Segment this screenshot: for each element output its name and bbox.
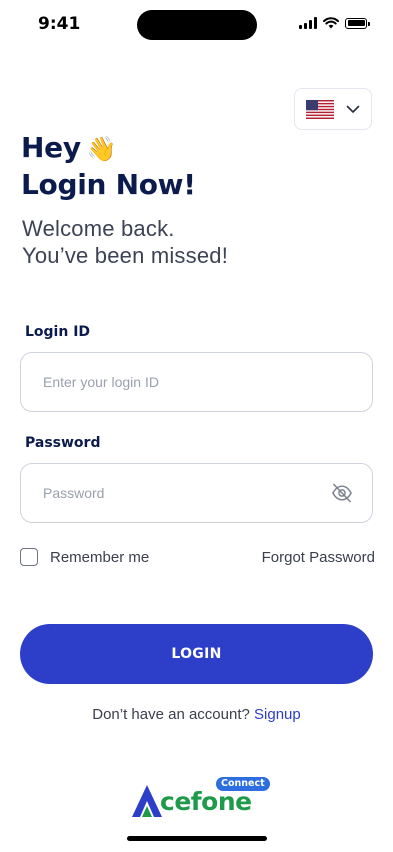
signup-prompt-text: Don’t have an account? bbox=[92, 706, 250, 723]
waving-hand-icon: 👋 bbox=[86, 135, 117, 163]
remember-me-checkbox[interactable] bbox=[20, 548, 38, 566]
signup-link[interactable]: Signup bbox=[254, 706, 301, 723]
chevron-down-icon bbox=[346, 105, 360, 113]
login-id-label: Login ID bbox=[25, 324, 91, 340]
status-icons bbox=[299, 16, 370, 30]
signup-prompt: Don’t have an account? Signup bbox=[0, 706, 393, 723]
login-button[interactable]: LOGIN bbox=[20, 624, 373, 684]
login-id-input[interactable] bbox=[21, 353, 372, 411]
password-label: Password bbox=[25, 435, 101, 451]
forgot-password-link[interactable]: Forgot Password bbox=[262, 549, 375, 566]
home-indicator bbox=[127, 836, 267, 841]
battery-icon bbox=[345, 17, 370, 29]
login-id-field[interactable] bbox=[20, 352, 373, 412]
cellular-signal-icon bbox=[299, 17, 317, 29]
remember-me-label: Remember me bbox=[50, 548, 150, 566]
remember-me[interactable]: Remember me bbox=[20, 548, 149, 566]
eye-off-icon bbox=[332, 483, 352, 503]
welcome-subtitle: Welcome back. You’ve been missed! bbox=[22, 216, 229, 268]
toggle-password-visibility[interactable] bbox=[330, 481, 354, 505]
us-flag-icon bbox=[306, 99, 334, 119]
dynamic-island bbox=[137, 10, 257, 40]
page-title: Hey 👋 Login Now! bbox=[21, 130, 196, 202]
acefone-logo: Connect cefone bbox=[130, 777, 270, 821]
password-input[interactable] bbox=[21, 464, 330, 522]
logo-wordmark: cefone bbox=[160, 787, 252, 816]
greeting-hey: Hey bbox=[21, 131, 81, 164]
language-selector[interactable] bbox=[294, 88, 372, 130]
password-field[interactable] bbox=[20, 463, 373, 523]
status-time: 9:41 bbox=[38, 14, 81, 34]
status-bar: 9:41 bbox=[0, 0, 393, 50]
wifi-icon bbox=[323, 17, 339, 29]
greeting-login-now: Login Now! bbox=[21, 168, 196, 201]
